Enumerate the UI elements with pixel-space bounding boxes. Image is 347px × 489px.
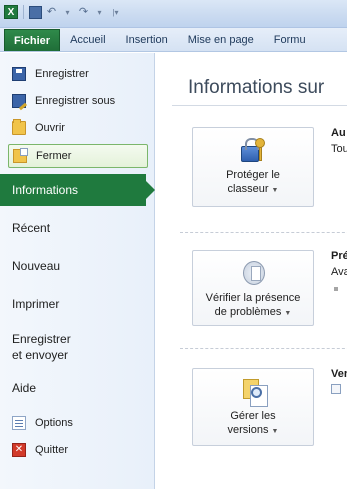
versions-heading: Ver — [331, 368, 347, 380]
chevron-down-icon: ▼ — [271, 428, 279, 435]
redo-icon[interactable]: ↷ — [77, 6, 90, 19]
tab-fichier[interactable]: Fichier — [4, 29, 61, 51]
nav-imprimer[interactable]: Imprimer — [0, 296, 155, 312]
section-divider — [180, 348, 347, 349]
manage-versions-label-1: Gérer les — [230, 410, 276, 422]
close-command[interactable]: Fermer — [8, 144, 148, 168]
chevron-down-icon: ▼ — [284, 310, 292, 317]
open-folder-icon — [12, 119, 26, 135]
close-command-label: Fermer — [36, 150, 72, 162]
save-as-command[interactable]: Enregistrer sous — [8, 90, 148, 112]
separator — [23, 5, 24, 19]
protect-workbook-label-2: classeur — [227, 183, 269, 195]
save-command[interactable]: Enregistrer — [8, 63, 148, 85]
options-icon — [12, 416, 26, 430]
nav-aide[interactable]: Aide — [0, 380, 155, 396]
excel-app-icon[interactable]: X — [4, 5, 18, 19]
options-command-label: Options — [35, 417, 73, 429]
quit-icon: ✕ — [12, 443, 26, 457]
tab-insertion[interactable]: Insertion — [116, 29, 178, 51]
save-command-label: Enregistrer — [35, 68, 89, 80]
options-command[interactable]: Options — [8, 412, 148, 434]
save-icon — [12, 67, 26, 81]
section-divider — [180, 232, 347, 233]
protect-workbook-label-1: Protéger le — [226, 169, 280, 181]
chevron-down-icon: ▼ — [271, 187, 279, 194]
quit-command-label: Quitter — [35, 444, 69, 456]
undo-icon[interactable]: ↶ — [45, 6, 58, 19]
tab-formules[interactable]: Formu — [264, 29, 316, 51]
quick-access-toolbar: X ↶ ▾ ↷ ▾ |▾ — [4, 5, 122, 19]
permissions-heading: Au — [331, 127, 346, 139]
manage-versions-label-2: versions — [227, 424, 269, 436]
nav-recent[interactable]: Récent — [0, 220, 155, 236]
check-issues-label-2: de problèmes — [214, 306, 282, 318]
open-command[interactable]: Ouvrir — [8, 117, 148, 139]
prepare-text: Ava — [331, 266, 347, 278]
manage-versions-button[interactable]: Gérer les versions ▼ — [192, 368, 314, 446]
title-underline — [172, 105, 347, 106]
prepare-heading: Pré — [331, 250, 347, 262]
nav-enregistrer-et-envoyer[interactable]: Enregistrer et envoyer — [0, 331, 155, 363]
tab-mise-en-page[interactable]: Mise en page — [178, 29, 264, 51]
page-title: Informations sur — [188, 77, 325, 98]
check-for-issues-button[interactable]: Vérifier la présence de problèmes ▼ — [192, 250, 314, 326]
redo-dropdown-icon[interactable]: ▾ — [93, 6, 106, 19]
title-bar: X ↶ ▾ ↷ ▾ |▾ — [0, 0, 347, 28]
tab-accueil[interactable]: Accueil — [60, 29, 115, 51]
close-folder-icon — [13, 148, 28, 163]
document-inspect-icon — [239, 259, 267, 287]
nav-nouveau[interactable]: Nouveau — [0, 258, 155, 274]
protect-workbook-button[interactable]: Protéger le classeur ▼ — [192, 127, 314, 207]
permissions-text: Tou — [331, 143, 347, 155]
bullet — [334, 287, 338, 291]
save-as-command-label: Enregistrer sous — [35, 95, 116, 107]
open-command-label: Ouvrir — [35, 122, 65, 134]
undo-dropdown-icon[interactable]: ▾ — [61, 6, 74, 19]
version-file-icon — [331, 384, 341, 394]
lock-key-icon — [239, 136, 267, 164]
customize-qat-icon[interactable]: |▾ — [109, 6, 122, 19]
nav-informations[interactable]: Informations — [0, 174, 155, 206]
ribbon-tabs: Fichier Accueil Insertion Mise en page F… — [0, 28, 347, 52]
quit-command[interactable]: ✕ Quitter — [8, 439, 148, 461]
versions-icon — [239, 377, 268, 407]
save-icon[interactable] — [29, 5, 42, 19]
backstage-nav: Enregistrer Enregistrer sous Ouvrir Ferm… — [0, 53, 155, 489]
check-issues-label-1: Vérifier la présence — [205, 292, 301, 304]
save-as-icon — [12, 94, 26, 108]
